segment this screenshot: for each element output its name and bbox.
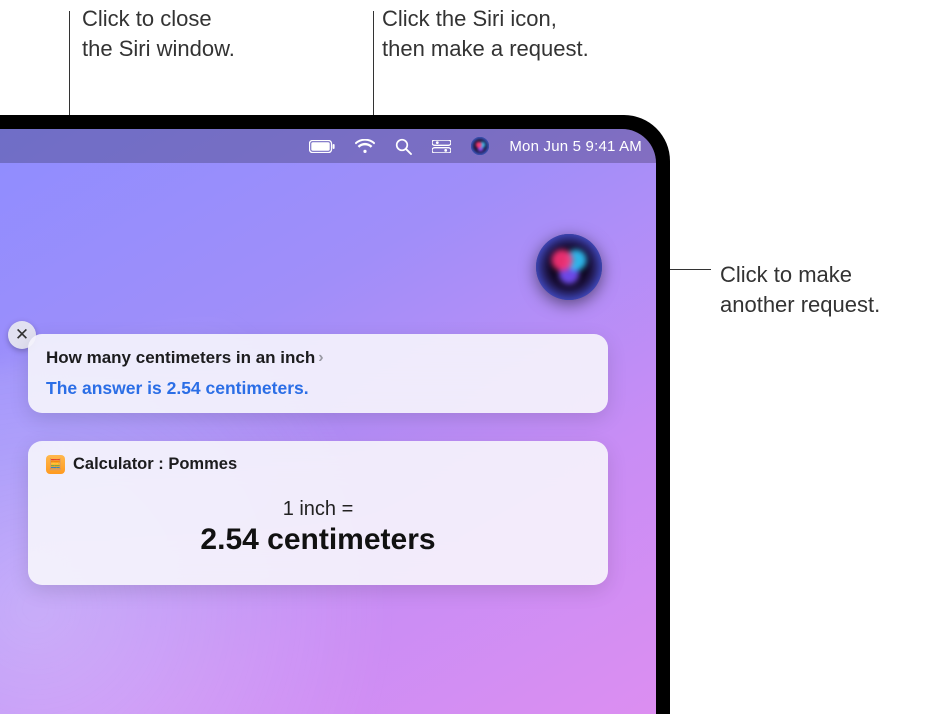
siri-answer-text: The answer is 2.54 centimeters. [46, 378, 590, 399]
close-icon: ✕ [15, 325, 29, 345]
conversion-input: 1 inch = [46, 498, 590, 521]
siri-query-row[interactable]: How many centimeters in an inch › [46, 348, 590, 368]
menubar-clock[interactable]: Mon Jun 5 9:41 AM [509, 138, 642, 155]
spotlight-search-icon[interactable] [395, 138, 412, 155]
callout-another-request-text: Click to make another request. [720, 260, 880, 319]
calculator-card-title: Calculator : Pommes [73, 455, 237, 474]
conversion-result: 1 inch = 2.54 centimeters [46, 474, 590, 571]
chevron-right-icon: › [318, 349, 323, 367]
menu-bar: Mon Jun 5 9:41 AM [0, 129, 656, 163]
device-frame: Mon Jun 5 9:41 AM ✕ How many centimeters… [0, 115, 670, 714]
siri-answer-card[interactable]: How many centimeters in an inch › The an… [28, 334, 608, 413]
desktop-screen: Mon Jun 5 9:41 AM ✕ How many centimeters… [0, 129, 656, 714]
siri-calculator-card[interactable]: 🧮 Calculator : Pommes 1 inch = 2.54 cent… [28, 441, 608, 585]
siri-query-text: How many centimeters in an inch [46, 348, 315, 368]
wifi-icon[interactable] [355, 139, 375, 154]
callout-siri-icon-text: Click the Siri icon, then make a request… [382, 4, 589, 63]
calculator-app-icon: 🧮 [46, 455, 65, 474]
siri-menubar-icon[interactable] [471, 137, 489, 155]
callout-close-text: Click to close the Siri window. [82, 4, 235, 63]
conversion-output: 2.54 centimeters [46, 523, 590, 557]
siri-orb-button[interactable] [536, 234, 602, 300]
battery-icon[interactable] [309, 140, 335, 153]
control-center-icon[interactable] [432, 140, 451, 153]
